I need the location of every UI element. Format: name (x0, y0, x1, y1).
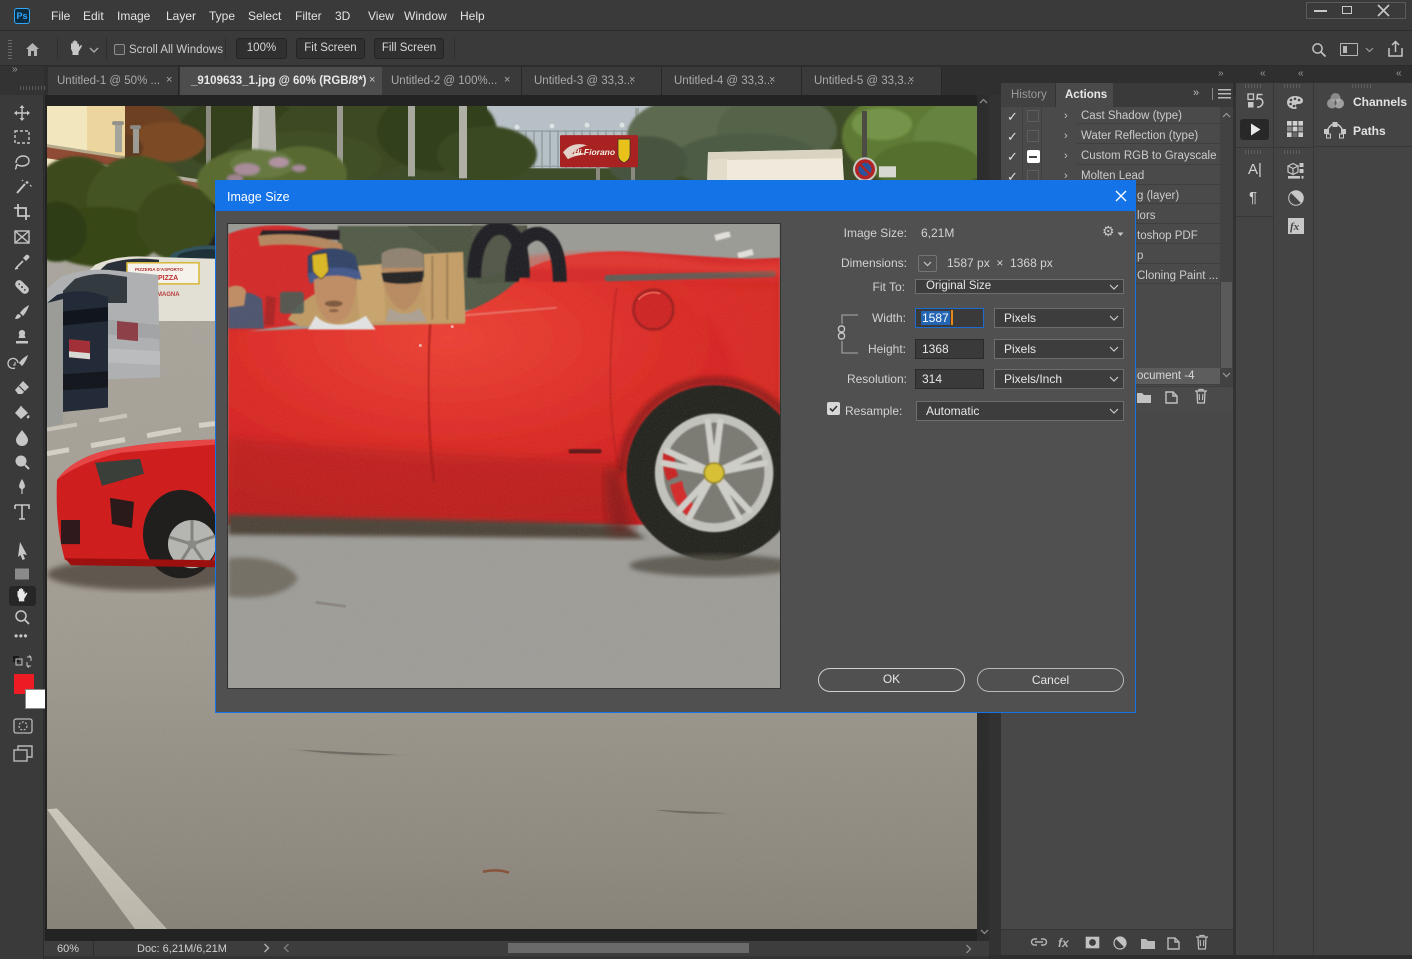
svg-text:fx: fx (1290, 221, 1300, 233)
svg-text:di Fiorano: di Fiorano (574, 147, 615, 157)
svg-text:PIZZERIA D'ASPORTO: PIZZERIA D'ASPORTO (135, 267, 183, 272)
